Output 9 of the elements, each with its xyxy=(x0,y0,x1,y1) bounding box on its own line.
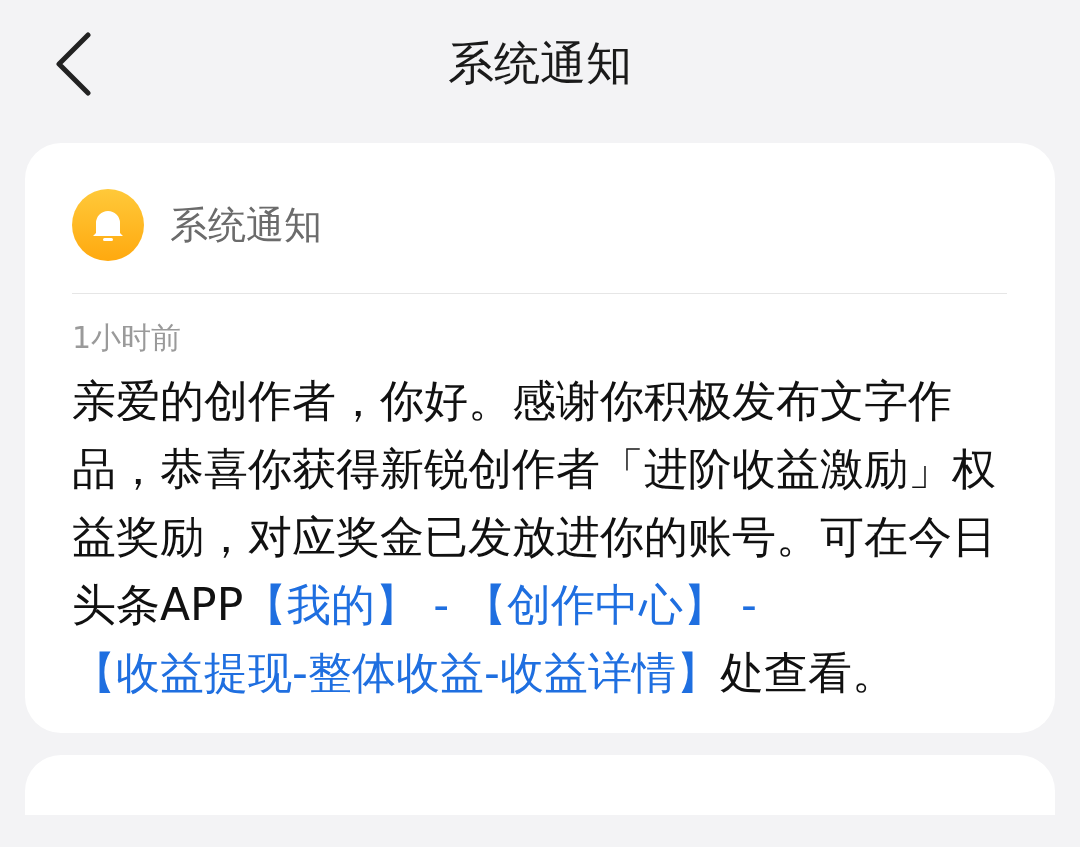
sender-name: 系统通知 xyxy=(170,201,322,249)
link[interactable]: 【创作中心】 xyxy=(463,579,728,630)
page-title: 系统通知 xyxy=(448,34,632,92)
link[interactable]: 【收益提现-整体收益-收益详情】 xyxy=(72,647,720,698)
timestamp: 1小时前 xyxy=(72,319,183,357)
back-icon[interactable] xyxy=(54,32,92,96)
notice-message: 亲爱的创作者，你好。感谢你积极发布文字作品，恭喜你获得新锐创作者「进阶收益激励」权益奖励，对应奖金已发放进你的账号。可在今日头条APP【我的】 - 【创作中心】 - 【收益提现-整体收益-收益详情】处查看。 xyxy=(72,374,997,700)
bell-icon xyxy=(72,189,144,261)
link[interactable]: 【我的】 xyxy=(243,579,420,630)
